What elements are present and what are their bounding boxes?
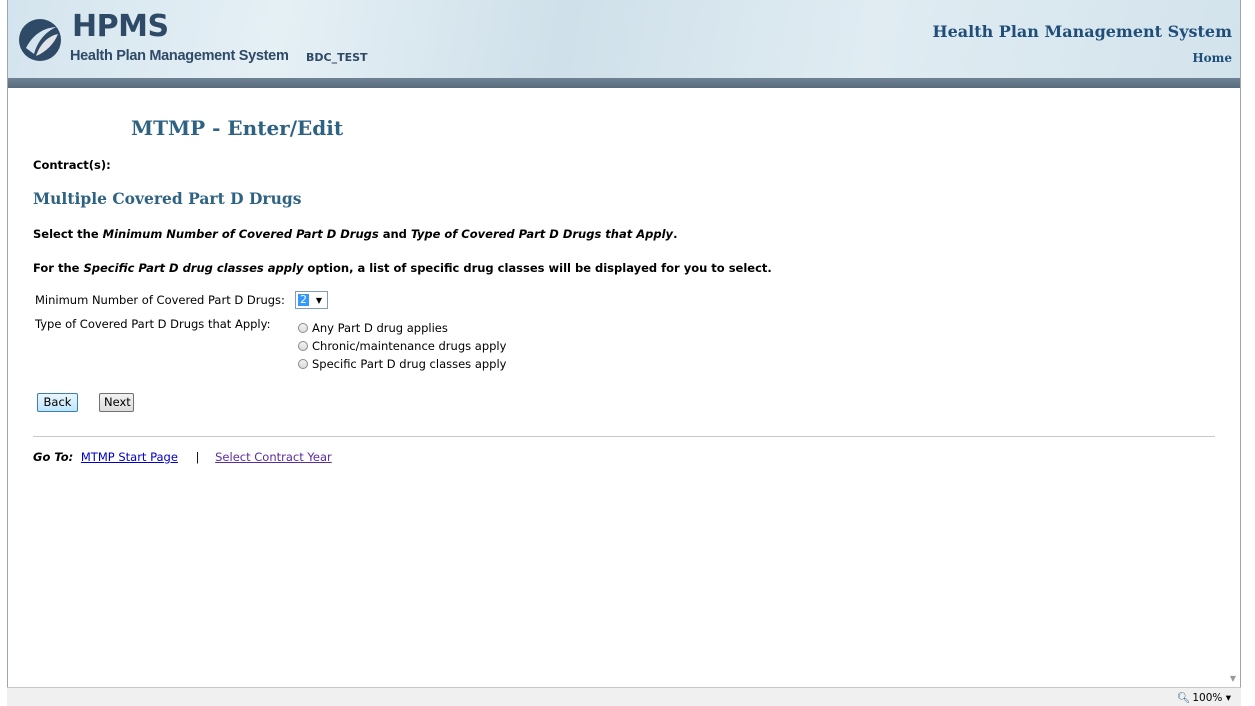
magnifier-icon: 🔍︎	[1177, 692, 1191, 704]
section-title: Multiple Covered Part D Drugs	[33, 189, 302, 208]
radio-chronic-maintenance[interactable]: Chronic/maintenance drugs apply	[298, 339, 506, 353]
radio-button-icon[interactable]	[298, 341, 308, 351]
radio-button-icon[interactable]	[298, 323, 308, 333]
system-title: Health Plan Management System	[932, 22, 1232, 41]
scroll-down-icon[interactable]: ▼	[1230, 674, 1236, 683]
instruction-text: Select the	[33, 227, 103, 241]
contracts-label: Contract(s):	[33, 158, 111, 172]
drug-type-label: Type of Covered Part D Drugs that Apply:	[35, 317, 271, 331]
environment-label: BDC_TEST	[306, 51, 368, 64]
zoom-level: 100%	[1192, 692, 1223, 704]
instruction-line-1: Select the Minimum Number of Covered Par…	[33, 227, 677, 241]
instruction-text: option, a list of specific drug classes …	[303, 261, 772, 275]
browser-status-bar: 🔍︎ 100% ▾	[7, 687, 1241, 706]
instruction-emphasis: Type of Covered Part D Drugs that Apply	[410, 227, 674, 241]
divider	[33, 436, 1215, 437]
logo-subtitle: Health Plan Management System	[70, 48, 289, 64]
app-header: HPMS Health Plan Management System BDC_T…	[8, 0, 1240, 78]
radio-label: Chronic/maintenance drugs apply	[312, 339, 507, 353]
radio-any-part-d[interactable]: Any Part D drug applies	[298, 321, 448, 335]
radio-label: Any Part D drug applies	[312, 321, 448, 335]
instruction-line-2: For the Specific Part D drug classes app…	[33, 261, 772, 275]
instruction-emphasis: Minimum Number of Covered Part D Drugs	[102, 227, 379, 241]
select-contract-year-link[interactable]: Select Contract Year	[215, 450, 332, 464]
logo-title: HPMS	[72, 9, 169, 44]
mtmp-start-page-link[interactable]: MTMP Start Page	[81, 450, 178, 464]
next-button[interactable]: Next	[99, 393, 134, 412]
radio-label: Specific Part D drug classes apply	[312, 357, 507, 371]
hpms-logo-icon	[19, 19, 61, 61]
instruction-text: and	[378, 227, 411, 241]
instruction-text: .	[673, 227, 678, 241]
goto-label: Go To:	[33, 450, 74, 464]
back-button[interactable]: Back	[37, 393, 78, 412]
header-divider-bar	[8, 78, 1240, 88]
min-drugs-selected-value: 2	[298, 293, 309, 306]
goto-nav: Go To: MTMP Start Page | Select Contract…	[33, 450, 332, 464]
zoom-control[interactable]: 🔍︎ 100% ▾	[1177, 691, 1231, 704]
browser-content: HPMS Health Plan Management System BDC_T…	[7, 0, 1241, 706]
page-title: MTMP - Enter/Edit	[131, 116, 344, 140]
home-link[interactable]: Home	[1192, 51, 1232, 65]
chevron-down-icon: ▼	[315, 296, 322, 305]
instruction-text: For the	[33, 261, 84, 275]
min-drugs-select[interactable]: 2 ▼	[295, 291, 328, 309]
radio-specific-classes[interactable]: Specific Part D drug classes apply	[298, 357, 506, 371]
min-drugs-label: Minimum Number of Covered Part D Drugs:	[35, 293, 285, 307]
link-separator: |	[195, 450, 200, 464]
radio-button-icon[interactable]	[298, 359, 308, 369]
instruction-emphasis: Specific Part D drug classes apply	[83, 261, 304, 275]
